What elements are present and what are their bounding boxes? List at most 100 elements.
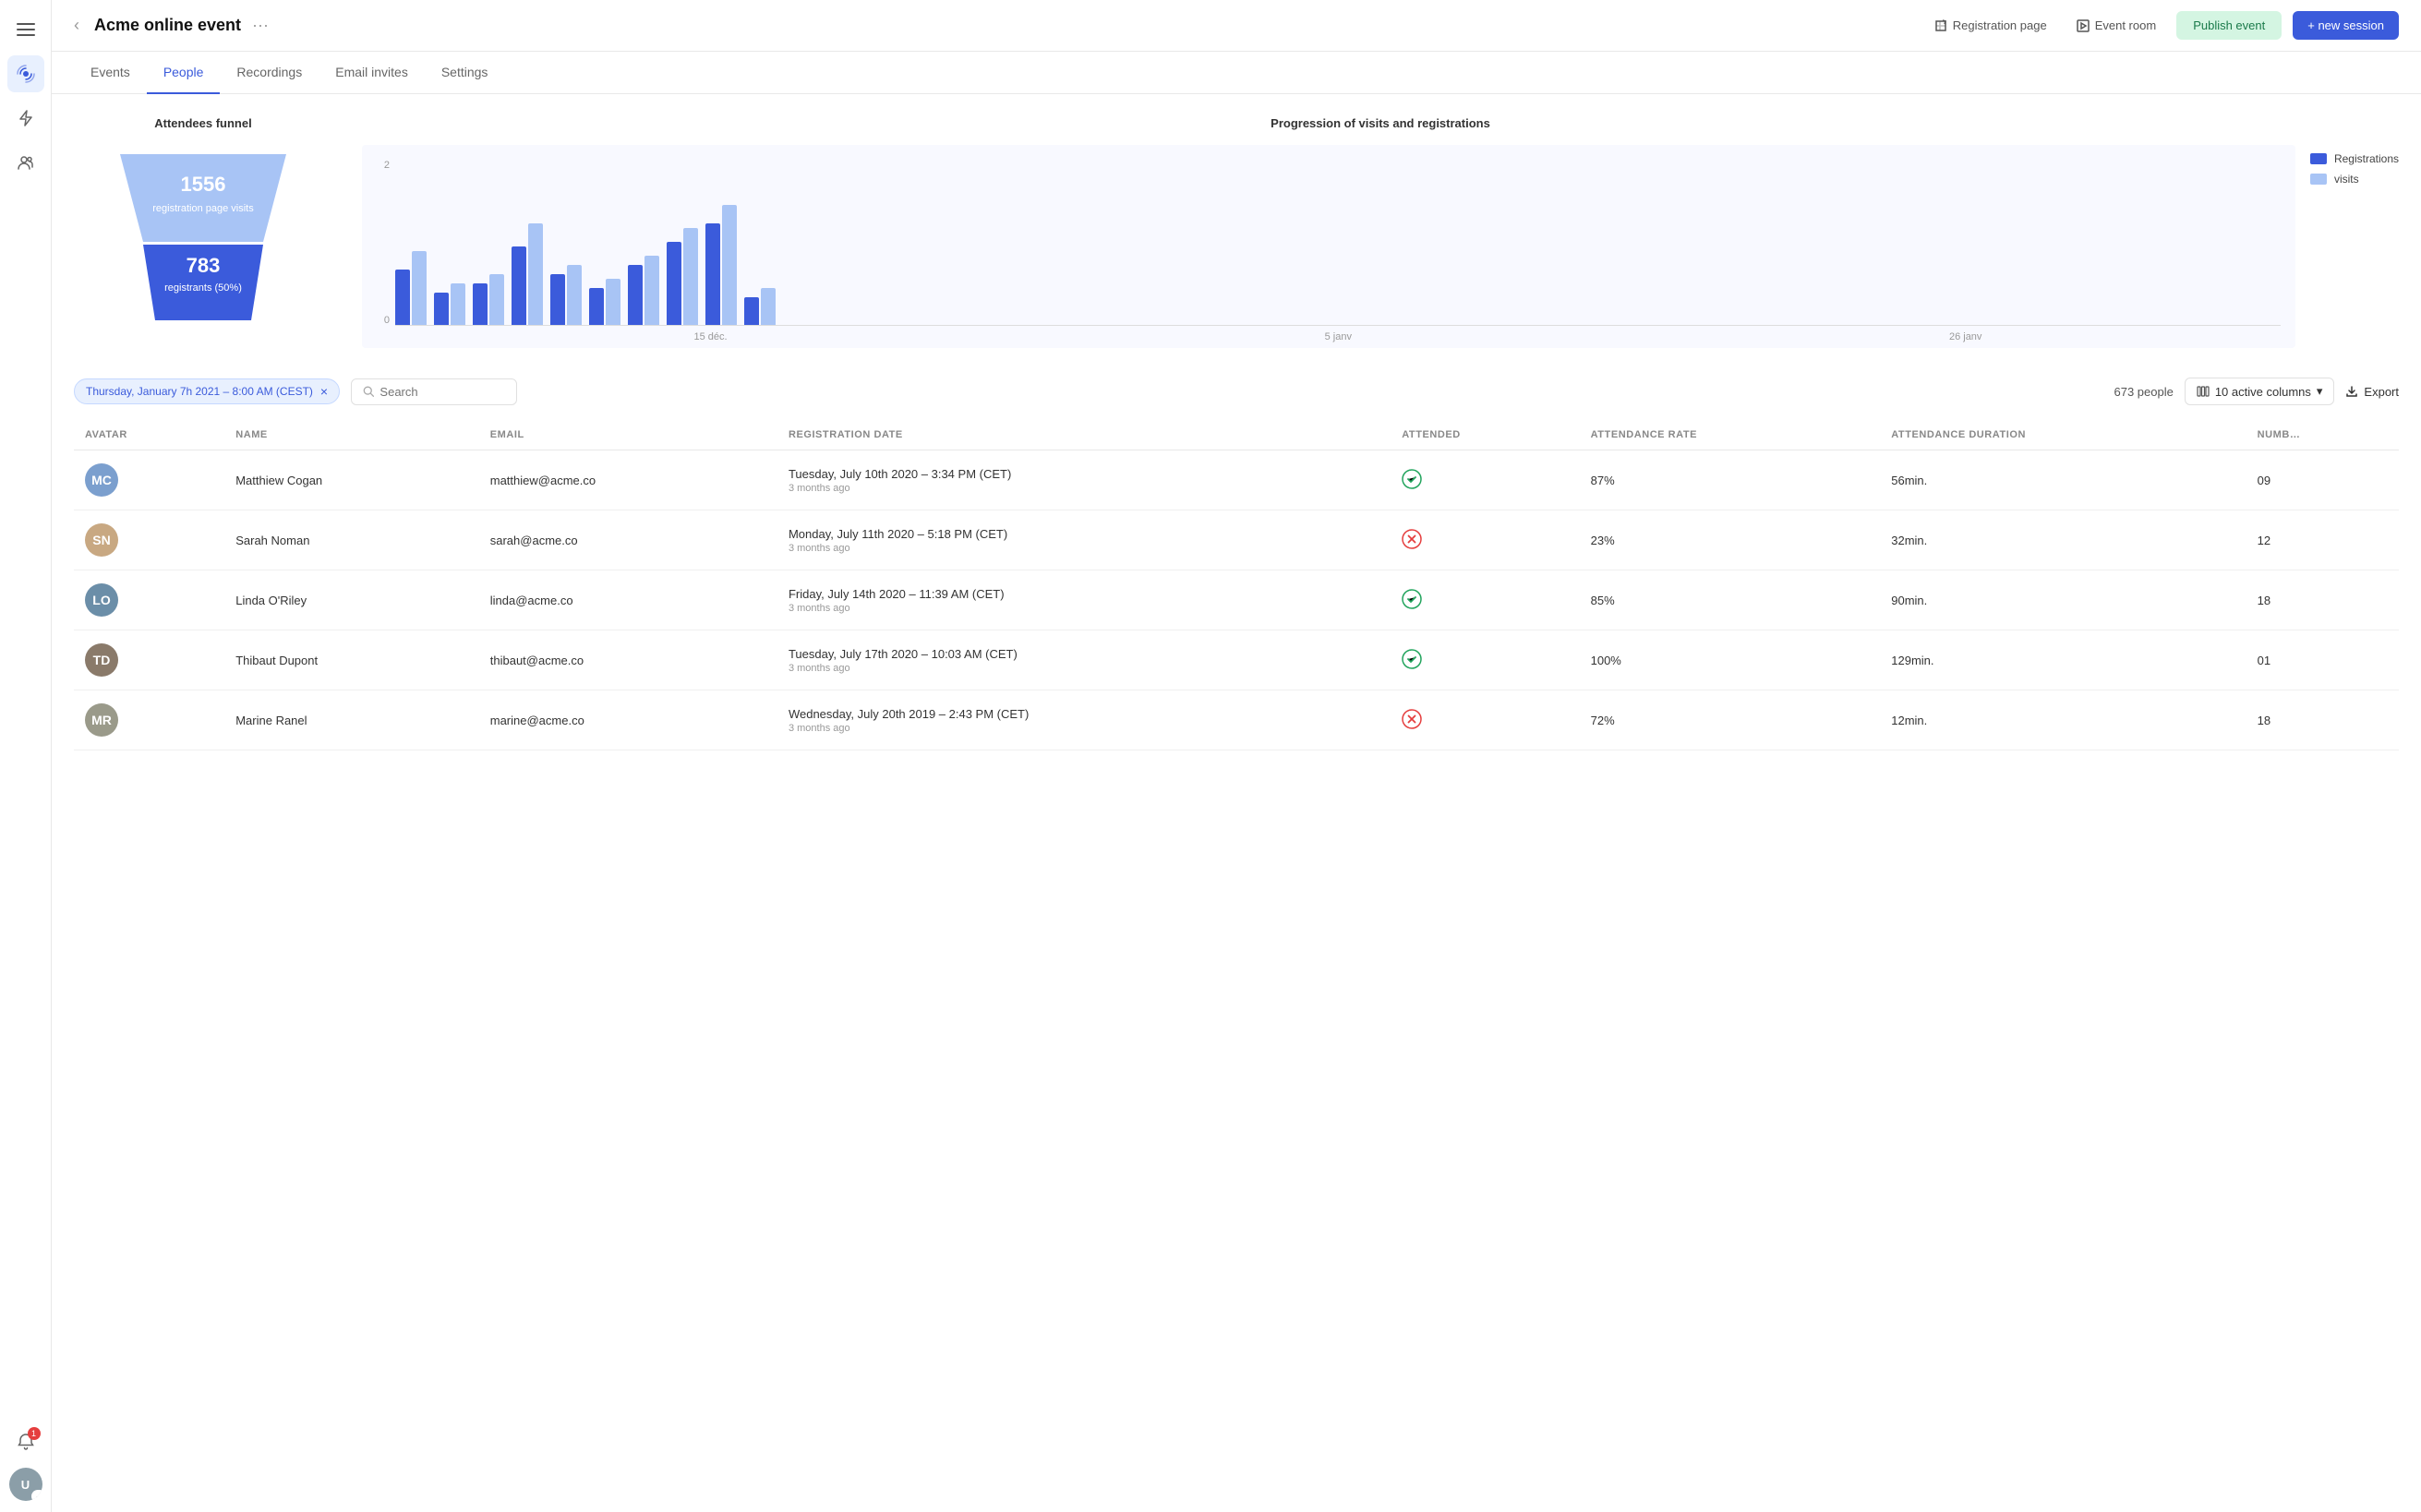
cell-reg-date: Tuesday, July 10th 2020 – 3:34 PM (CET) … — [777, 450, 1391, 510]
cell-email: linda@acme.co — [479, 570, 777, 630]
bar-visits — [489, 274, 504, 325]
tab-recordings[interactable]: Recordings — [220, 52, 319, 94]
legend-registrations: Registrations — [2310, 152, 2399, 165]
col-att-dur[interactable]: ATTENDANCE DURATION — [1880, 420, 2246, 450]
cell-avatar: MR — [74, 690, 224, 750]
cell-attended — [1391, 510, 1579, 570]
chart-title: Progression of visits and registrations — [362, 116, 2399, 130]
people-table: AVATAR NAME EMAIL REGISTRATION DATE ATTE… — [74, 420, 2399, 750]
more-menu-button[interactable]: ··· — [252, 16, 269, 35]
col-att-rate[interactable]: ATTENDANCE RATE — [1580, 420, 1881, 450]
registration-page-link[interactable]: Registration page — [1925, 13, 2056, 38]
bar-group-10 — [744, 288, 776, 325]
sidebar-avatar[interactable]: U ⚙ — [9, 1468, 42, 1501]
settings-gear-icon: ⚙ — [33, 1490, 42, 1501]
export-button[interactable]: Export — [2345, 385, 2399, 399]
tab-events[interactable]: Events — [74, 52, 147, 94]
tab-settings[interactable]: Settings — [425, 52, 505, 94]
cell-att-dur: 12min. — [1880, 690, 2246, 750]
cell-num: 01 — [2246, 630, 2399, 690]
svg-text:registration page visits: registration page visits — [152, 203, 254, 214]
col-attended[interactable]: ATTENDED — [1391, 420, 1579, 450]
legend-color-visits — [2310, 174, 2327, 185]
sidebar-menu-icon[interactable] — [7, 11, 44, 48]
cell-email: marine@acme.co — [479, 690, 777, 750]
filter-tag-label: Thursday, January 7h 2021 – 8:00 AM (CES… — [86, 385, 313, 398]
cell-avatar: LO — [74, 570, 224, 630]
chart-section: Progression of visits and registrations … — [362, 116, 2399, 348]
sidebar-lightning-icon[interactable] — [7, 100, 44, 137]
event-room-link[interactable]: Event room — [2067, 13, 2165, 38]
cell-email: sarah@acme.co — [479, 510, 777, 570]
notification-badge: 1 — [28, 1427, 41, 1440]
new-session-button[interactable]: + new session — [2293, 11, 2399, 40]
col-num[interactable]: NUMB… — [2246, 420, 2399, 450]
people-count: 673 people — [2114, 385, 2173, 399]
x-axis-labels: 15 déc. 5 janv 26 janv — [395, 326, 2281, 348]
bar-chart: 2 0 — [362, 145, 2295, 348]
tab-email-invites[interactable]: Email invites — [319, 52, 425, 94]
y-axis-labels: 2 0 — [362, 160, 390, 326]
main-content: ‹ Acme online event ··· Registration pag… — [52, 0, 2421, 1512]
cell-num: 09 — [2246, 450, 2399, 510]
bar-group-8 — [667, 228, 698, 325]
cell-att-dur: 90min. — [1880, 570, 2246, 630]
bars-area — [395, 160, 2281, 326]
cell-reg-date: Friday, July 14th 2020 – 11:39 AM (CET) … — [777, 570, 1391, 630]
bar-visits — [761, 288, 776, 325]
bar-group-4 — [512, 223, 543, 325]
bar-visits — [644, 256, 659, 325]
cell-attended — [1391, 630, 1579, 690]
search-box[interactable] — [351, 378, 517, 405]
col-name[interactable]: NAME — [224, 420, 479, 450]
publish-event-button[interactable]: Publish event — [2176, 11, 2282, 40]
content-area: Attendees funnel 1556 registration page … — [52, 94, 2421, 1512]
tabs-bar: Events People Recordings Email invites S… — [52, 52, 2421, 94]
page-title: Acme online event — [94, 16, 241, 35]
bar-registrations — [667, 242, 681, 325]
sidebar-broadcast-icon[interactable] — [7, 55, 44, 92]
col-email[interactable]: EMAIL — [479, 420, 777, 450]
chart-wrapper: 2 0 — [362, 145, 2295, 348]
table-header-row: AVATAR NAME EMAIL REGISTRATION DATE ATTE… — [74, 420, 2399, 450]
filter-tag[interactable]: Thursday, January 7h 2021 – 8:00 AM (CES… — [74, 378, 340, 404]
svg-text:1556: 1556 — [181, 173, 226, 196]
columns-label: 10 active columns — [2215, 385, 2311, 399]
attended-no-icon — [1402, 529, 1422, 549]
table-row: MC Matthiew Cogan matthiew@acme.co Tuesd… — [74, 450, 2399, 510]
bar-registrations — [395, 270, 410, 325]
cell-name: Thibaut Dupont — [224, 630, 479, 690]
attended-yes-icon — [1402, 469, 1422, 489]
funnel-container: 1556 registration page visits 783 regist… — [74, 145, 332, 330]
search-icon — [363, 385, 374, 398]
cell-name: Linda O'Riley — [224, 570, 479, 630]
cell-email: matthiew@acme.co — [479, 450, 777, 510]
cell-avatar: MC — [74, 450, 224, 510]
analytics-section: Attendees funnel 1556 registration page … — [74, 116, 2399, 348]
cell-attended — [1391, 690, 1579, 750]
col-avatar: AVATAR — [74, 420, 224, 450]
columns-selector-button[interactable]: 10 active columns ▾ — [2185, 378, 2335, 405]
sidebar-notification-icon[interactable]: 1 — [7, 1423, 44, 1460]
download-icon — [2345, 385, 2358, 398]
search-input[interactable] — [379, 385, 505, 399]
bar-registrations — [434, 293, 449, 325]
bar-registrations — [550, 274, 565, 325]
avatar: MC — [85, 463, 118, 497]
chart-area: 2 0 — [362, 145, 2399, 348]
back-button[interactable]: ‹ — [74, 16, 79, 35]
sidebar-people-icon[interactable] — [7, 144, 44, 181]
table-row: TD Thibaut Dupont thibaut@acme.co Tuesda… — [74, 630, 2399, 690]
cell-name: Matthiew Cogan — [224, 450, 479, 510]
filter-tag-close-icon[interactable]: × — [320, 384, 328, 399]
avatar: LO — [85, 583, 118, 617]
bar-registrations — [473, 283, 488, 325]
cell-att-rate: 87% — [1580, 450, 1881, 510]
bar-group-9 — [705, 205, 737, 325]
funnel-chart: 1556 registration page visits 783 regist… — [102, 145, 305, 330]
bar-group-6 — [589, 279, 620, 325]
tab-people[interactable]: People — [147, 52, 221, 94]
bar-visits — [722, 205, 737, 325]
col-reg-date[interactable]: REGISTRATION DATE — [777, 420, 1391, 450]
cell-att-dur: 56min. — [1880, 450, 2246, 510]
